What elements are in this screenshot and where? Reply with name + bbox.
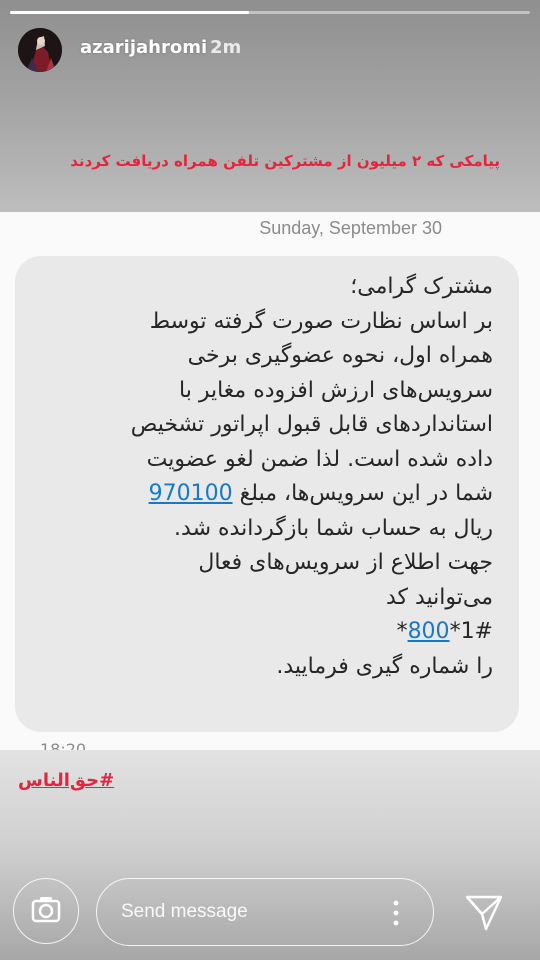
story-top-background [0,0,540,212]
sms-line: ریال به حساب شما بازگردانده شد. [174,515,493,541]
sms-message-text: مشترک گرامی؛ بر اساس نظارت صورت گرفته تو… [131,270,493,684]
sms-message-bubble: مشترک گرامی؛ بر اساس نظارت صورت گرفته تو… [15,256,519,732]
sms-screenshot: Sunday, September 30 مشترک گرامی؛ بر اسا… [0,212,540,750]
ussd-code-link[interactable]: 800 [408,619,450,644]
camera-button[interactable] [13,878,79,944]
profile-avatar[interactable] [18,28,62,72]
ussd-code-rest: *1# [449,619,493,644]
story-hashtag[interactable]: #حق‌الناس [18,770,114,791]
story-progress-bar [10,11,530,14]
sms-line: همراه اول، نحوه عضوگیری برخی [187,343,493,368]
sms-ussd-code: *800*1# [131,615,493,650]
sms-line: سرویس‌های ارزش افزوده مغایر با [179,377,493,403]
story-time-ago: 2m [210,37,242,58]
more-vertical-icon[interactable] [393,899,399,927]
story-progress-fill [10,11,250,14]
send-message-input[interactable]: Send message [96,878,434,946]
sms-line: جهت اطلاع از سرویس‌های فعال [198,550,493,575]
sms-amount-link[interactable]: 970100 [149,481,233,506]
sms-line-amount: شما در این سرویس‌ها، مبلغ 970100 [131,477,493,512]
sms-line: داده شده است. لذا ضمن لغو عضویت [146,446,493,472]
sms-line: را شماره گیری فرمایید. [276,653,493,679]
sms-amount-prefix: شما در این سرویس‌ها، مبلغ [239,481,493,506]
story-caption: پیامکی که ۲ میلیون از مشترکین تلفن همراه… [70,152,500,170]
story-username[interactable]: azarijahromi [80,37,207,58]
sms-line: بر اساس نظارت صورت گرفته توسط [149,308,493,334]
direct-message-icon[interactable] [462,890,506,934]
sms-date-label: Sunday, September 30 [259,218,442,238]
ussd-star: * [396,619,408,644]
sms-line: مشترک گرامی؛ [350,274,493,299]
send-message-placeholder: Send message [121,901,248,922]
avatar-photo [18,28,62,72]
sms-line: استانداردهای قابل قبول اپراتور تشخیص [130,412,493,437]
sms-line: می‌توانید کد [385,584,493,610]
sms-next-timestamp: 18:20 [40,740,87,750]
camera-icon [31,897,61,923]
